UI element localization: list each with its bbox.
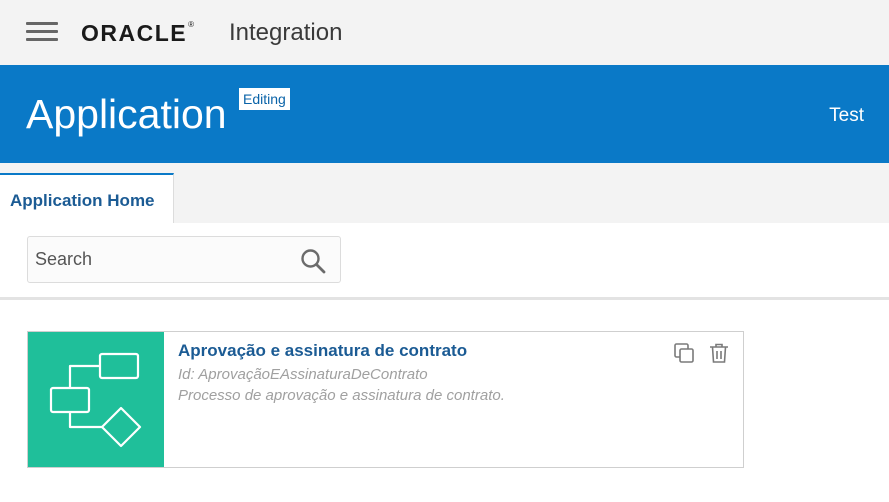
banner-right-label[interactable]: Test [829, 105, 864, 127]
search-box [27, 236, 341, 283]
card-id-text: Id: AprovaçãoEAssinaturaDeContrato [178, 366, 428, 383]
oracle-logo: ORACLE ® [81, 20, 194, 46]
section-divider [0, 297, 889, 300]
card-description: Processo de aprovação e assinatura de co… [178, 387, 505, 404]
page-title: Application [26, 91, 227, 137]
application-card[interactable]: Aprovação e assinatura de contrato Id: A… [27, 331, 744, 468]
hamburger-menu-icon[interactable] [26, 22, 58, 42]
tab-strip: Application Home [0, 163, 889, 223]
copy-icon[interactable] [673, 342, 695, 364]
trash-icon[interactable] [708, 342, 730, 364]
editing-status-badge: Editing [239, 88, 290, 110]
search-input[interactable] [35, 237, 295, 282]
card-thumbnail [28, 332, 164, 467]
product-name: Integration [229, 19, 343, 46]
application-banner: Application Editing Test [0, 65, 889, 163]
registered-mark: ® [188, 20, 195, 29]
tab-application-home[interactable]: Application Home [0, 173, 174, 223]
oracle-logo-text: ORACLE [81, 20, 188, 46]
card-title-link[interactable]: Aprovação e assinatura de contrato [178, 341, 467, 361]
tab-label: Application Home [10, 191, 155, 210]
process-flow-icon [49, 352, 142, 448]
top-navigation-bar: ORACLE ® Integration [0, 0, 889, 65]
search-icon[interactable] [300, 248, 326, 274]
